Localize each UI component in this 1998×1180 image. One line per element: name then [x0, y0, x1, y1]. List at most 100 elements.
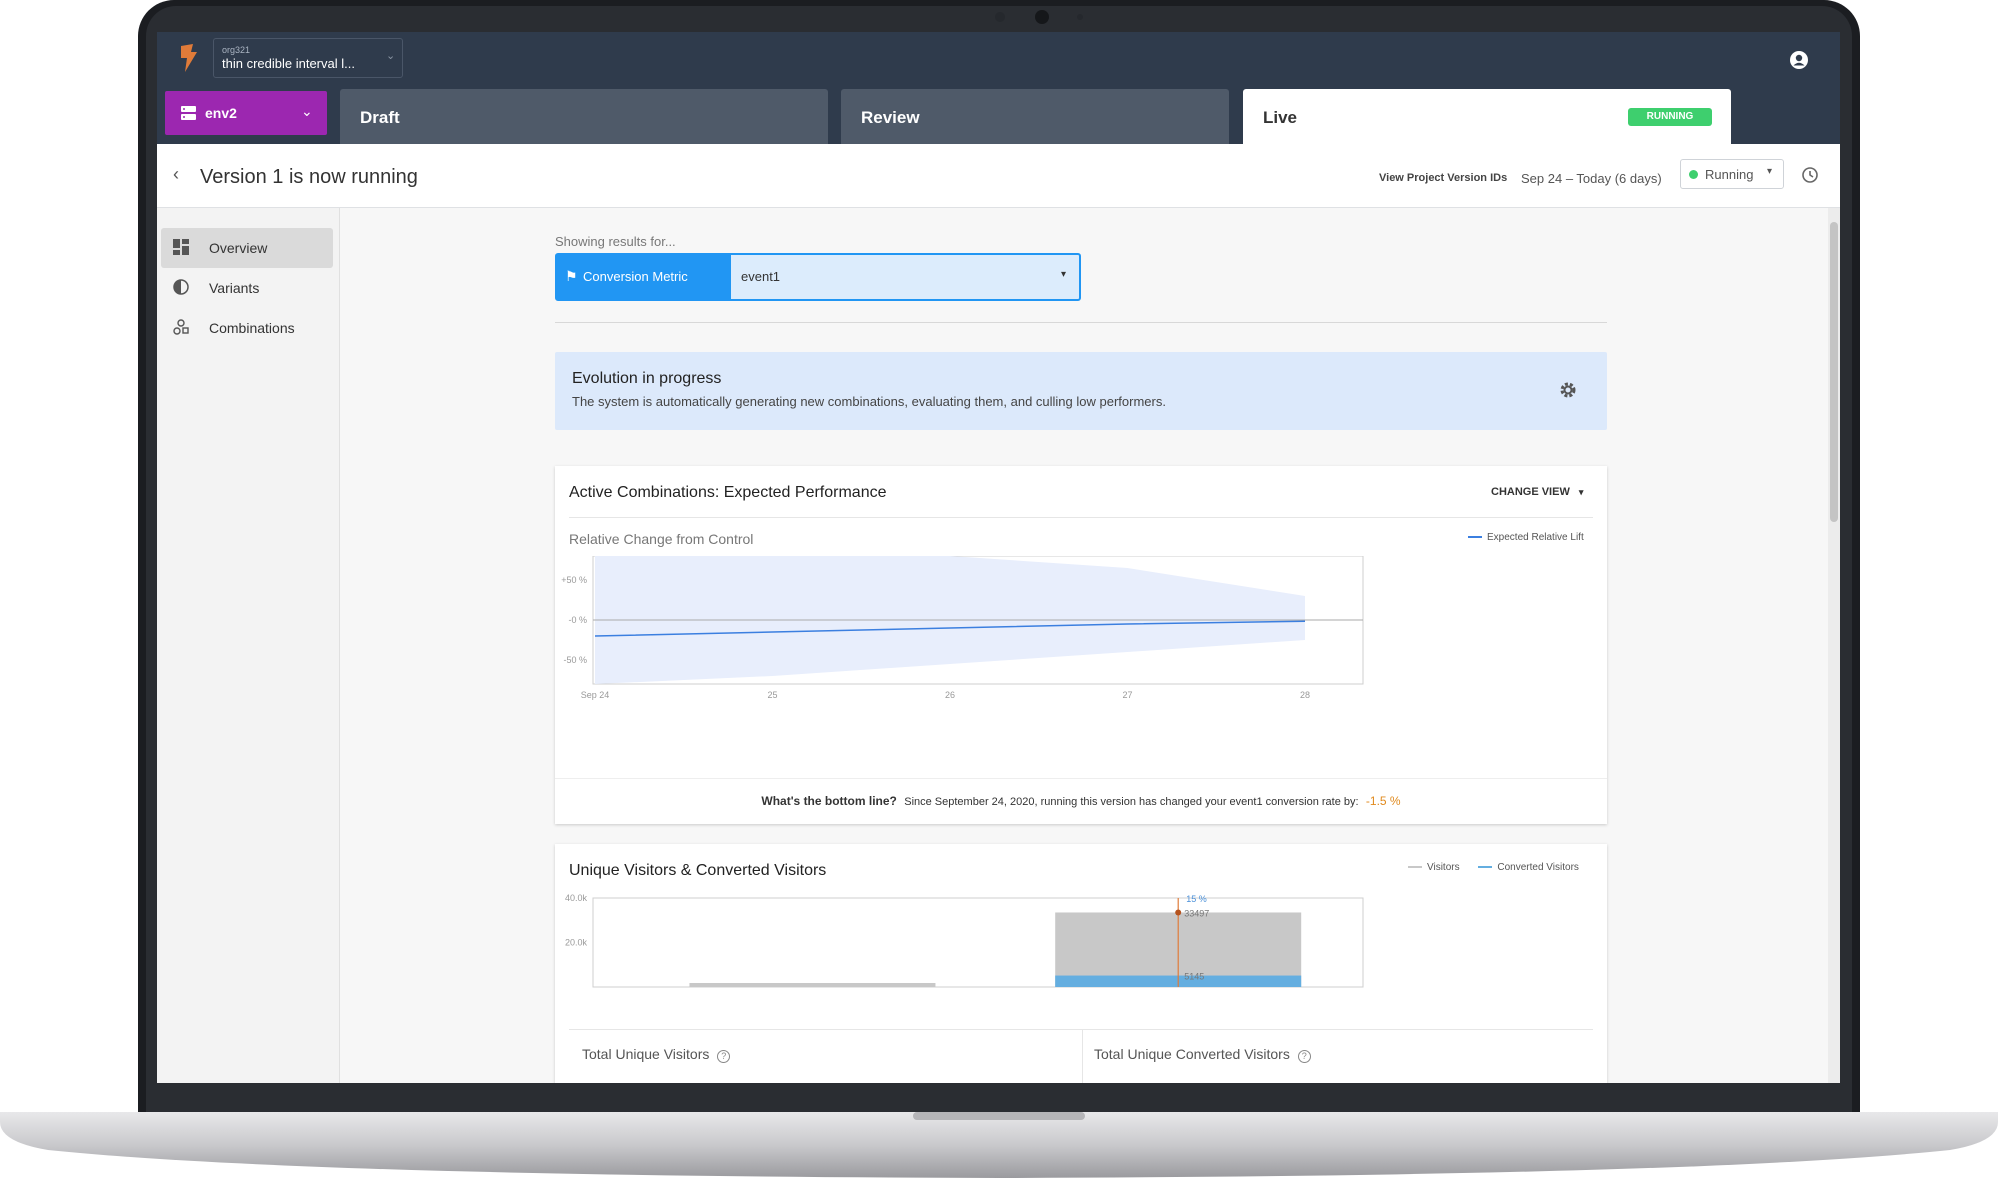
- camera-icon: [995, 12, 1005, 22]
- bottom-line-question: What's the bottom line?: [761, 794, 897, 808]
- caret-down-icon: ▾: [1578, 487, 1584, 497]
- flag-icon: ⚑: [565, 268, 578, 284]
- metric-value: event1: [741, 269, 781, 284]
- camera-lens-icon: [1035, 10, 1049, 24]
- legend-swatch: [1478, 866, 1493, 869]
- banner-text: The system is automatically generating n…: [572, 394, 1166, 409]
- dashboard-icon: [173, 239, 191, 257]
- y-tick-label: 20.0k: [565, 938, 588, 948]
- legend-swatch: [1408, 866, 1422, 869]
- x-tick-label: Sep 24: [798, 993, 827, 994]
- visitors-bar: [689, 982, 936, 987]
- back-icon[interactable]: ‹: [173, 164, 179, 185]
- tab-label: Draft: [360, 108, 400, 127]
- history-icon[interactable]: [1800, 165, 1820, 185]
- data-label: 5145: [1184, 972, 1204, 982]
- y-tick-label: -0 %: [568, 615, 587, 625]
- logo-icon: [177, 42, 201, 74]
- divider: [555, 778, 1607, 779]
- x-tick-label: 27: [1122, 690, 1132, 700]
- sidebar-item-label: Overview: [209, 240, 268, 256]
- view-ids-link[interactable]: View Project Version IDs: [1379, 172, 1507, 184]
- main-content: Showing results for... ⚑ Conversion Metr…: [340, 208, 1840, 1083]
- marker-percent-label: 15 %: [1186, 894, 1207, 904]
- shapes-icon: [173, 319, 191, 337]
- status-badge: RUNNING: [1628, 108, 1712, 126]
- legend-label: Converted Visitors: [1497, 862, 1579, 873]
- chevron-down-icon: ⌄: [301, 103, 313, 119]
- total-unique-visitors-label: Total Unique Visitors ?: [582, 1046, 731, 1063]
- app-screen: org321 thin credible interval l... ⌄ env…: [157, 32, 1840, 1083]
- total-converted-visitors-label: Total Unique Converted Visitors ?: [1094, 1046, 1311, 1063]
- legend-swatch: [1468, 536, 1482, 539]
- legend-item: Expected Relative Lift: [1468, 532, 1584, 543]
- x-tick-label: 28: [1300, 690, 1310, 700]
- page-title: Version 1 is now running: [200, 166, 418, 188]
- x-tick-label: 25: [767, 690, 777, 700]
- total-converted-label: Total Unique Converted Visitors: [1094, 1046, 1290, 1062]
- bottom-line-text: Since September 24, 2020, running this v…: [904, 796, 1359, 808]
- metric-selector[interactable]: ⚑ Conversion Metric event1 ▾: [555, 253, 1081, 301]
- marker-point: [1175, 909, 1182, 916]
- laptop-base: [0, 1112, 1998, 1178]
- org-label: org321: [222, 45, 251, 55]
- banner-title: Evolution in progress: [572, 370, 722, 387]
- visitors-card: Unique Visitors & Converted Visitors Vis…: [555, 844, 1607, 1083]
- bottom-line-value: -1.5 %: [1365, 794, 1401, 808]
- sidebar-item-overview[interactable]: Overview: [161, 228, 333, 268]
- y-tick-label: -50 %: [563, 655, 587, 665]
- project-selector[interactable]: org321 thin credible interval l... ⌄: [213, 38, 403, 78]
- data-label: 33497: [1184, 908, 1209, 918]
- legend-label: Visitors: [1427, 862, 1460, 873]
- tab-label: Live: [1263, 108, 1298, 127]
- status-label: Running: [1705, 167, 1754, 182]
- env-label: env2: [205, 105, 237, 121]
- evolution-banner: Evolution in progress The system is auto…: [555, 352, 1607, 430]
- chevron-down-icon: ⌄: [386, 50, 396, 62]
- tab-draft[interactable]: Draft: [340, 89, 828, 144]
- performance-chart: +50 % -0 % -50 % Sep 24 25 26 27 28: [561, 556, 1364, 700]
- x-tick-label: 26: [945, 690, 955, 700]
- scrollbar-thumb[interactable]: [1830, 222, 1838, 522]
- legend: Visitors Converted Visitors: [1408, 862, 1579, 873]
- contrast-icon: [173, 279, 191, 297]
- env-selector[interactable]: env2 ⌄: [165, 91, 327, 135]
- bottom-line-row: What's the bottom line? Since September …: [555, 794, 1607, 808]
- caret-down-icon: ▾: [1767, 166, 1773, 177]
- tab-review[interactable]: Review: [841, 89, 1229, 144]
- sidebar-item-combinations[interactable]: Combinations: [161, 308, 333, 348]
- scrollbar[interactable]: [1828, 208, 1840, 1083]
- divider: [555, 322, 1607, 323]
- total-unique-label: Total Unique Visitors: [582, 1046, 710, 1062]
- help-icon[interactable]: ?: [717, 1050, 731, 1063]
- showing-results-label: Showing results for...: [555, 234, 676, 249]
- top-bar: org321 thin credible interval l... ⌄: [157, 32, 1840, 87]
- sidebar-item-label: Variants: [209, 280, 260, 296]
- divider: [569, 1029, 1593, 1030]
- sidebar: Overview Variants Combinations: [157, 208, 340, 1083]
- status-dot-icon: [1689, 170, 1698, 179]
- sidebar-item-label: Combinations: [209, 320, 295, 336]
- vertical-divider: [1082, 1030, 1083, 1083]
- tab-live[interactable]: Live RUNNING: [1243, 89, 1731, 144]
- card-title: Unique Visitors & Converted Visitors: [569, 862, 827, 879]
- account-icon[interactable]: [1789, 50, 1809, 70]
- divider: [569, 517, 1593, 518]
- project-name: thin credible interval l...: [222, 56, 355, 71]
- server-icon: [181, 106, 196, 120]
- y-tick-label: 40.0k: [565, 894, 588, 903]
- page-header: ‹ Version 1 is now running View Project …: [157, 144, 1840, 208]
- x-tick-label: 28: [1173, 993, 1183, 994]
- sensor-icon: [1077, 14, 1083, 20]
- change-view-button[interactable]: CHANGE VIEW ▾: [1491, 486, 1583, 498]
- sidebar-item-variants[interactable]: Variants: [161, 268, 333, 308]
- status-dropdown[interactable]: Running ▾: [1680, 159, 1784, 189]
- y-tick-label: +50 %: [561, 575, 587, 585]
- tab-bar: env2 ⌄ Draft Review Live RUNNING: [157, 87, 1840, 144]
- help-icon[interactable]: ?: [1297, 1050, 1311, 1063]
- date-range: Sep 24 – Today (6 days): [1521, 171, 1662, 186]
- metric-type-label-box: ⚑ Conversion Metric: [557, 255, 731, 299]
- legend-label: Expected Relative Lift: [1487, 532, 1584, 543]
- gear-icon[interactable]: [1559, 381, 1577, 399]
- x-tick-label: Sep 24: [581, 690, 610, 700]
